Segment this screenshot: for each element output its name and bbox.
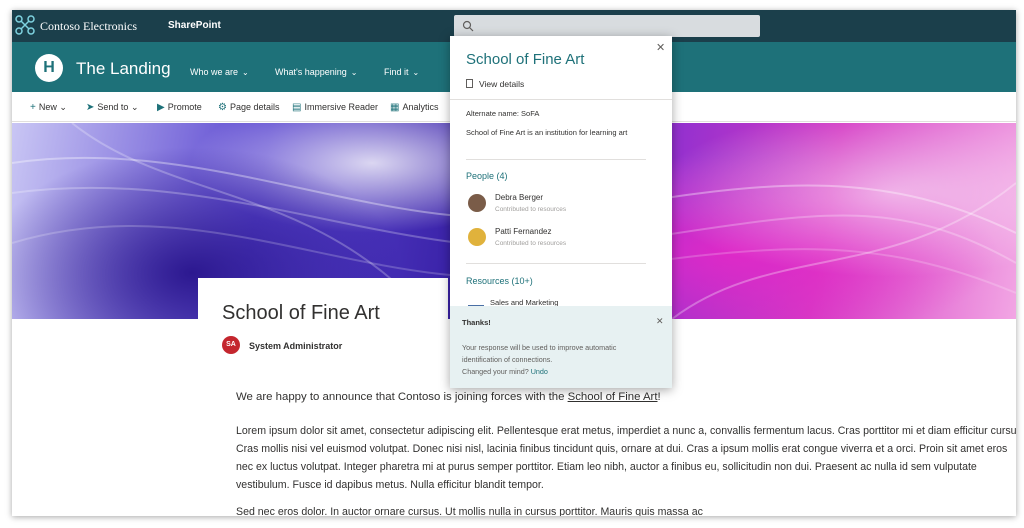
school-link[interactable]: School of Fine Art xyxy=(568,391,658,403)
undo-link[interactable]: Undo xyxy=(531,367,548,376)
site-logo[interactable]: H xyxy=(35,54,63,82)
body-paragraph: Sed nec eros dolor. In auctor ornare cur… xyxy=(236,506,703,516)
chevron-down-icon: ⌄ xyxy=(412,68,420,77)
gear-icon: ⚙ xyxy=(218,102,227,113)
plus-icon: + xyxy=(30,102,36,113)
topic-title[interactable]: School of Fine Art xyxy=(466,51,584,68)
new-button[interactable]: + New ⌄ xyxy=(30,102,67,113)
reader-icon: ▤ xyxy=(292,102,302,113)
nav-who-we-are[interactable]: Who we are ⌄ xyxy=(190,67,249,77)
analytics-icon: ▦ xyxy=(390,102,400,113)
promote-button[interactable]: ▶ Promote xyxy=(157,102,202,113)
view-details-link[interactable]: View details xyxy=(466,79,524,89)
topic-card-popup: School of Fine Art ✕ View details Altern… xyxy=(450,36,672,388)
notice-body: Your response will be used to improve au… xyxy=(462,343,617,376)
close-icon[interactable]: ✕ xyxy=(656,41,665,54)
avatar[interactable]: SA xyxy=(222,336,240,354)
chevron-down-icon: ⌄ xyxy=(130,102,139,112)
document-icon xyxy=(466,79,473,88)
immersive-reader-button[interactable]: ▤ Immersive Reader xyxy=(292,102,378,113)
person-name[interactable]: Debra Berger xyxy=(495,193,543,202)
feedback-notice: Thanks! ✕ Your response will be used to … xyxy=(450,306,672,388)
divider xyxy=(466,159,646,160)
close-icon[interactable]: ✕ xyxy=(656,316,664,327)
send-icon: ➤ xyxy=(86,102,95,113)
app-launcher-icon[interactable] xyxy=(14,14,36,36)
nav-whats-happening[interactable]: What's happening ⌄ xyxy=(275,67,357,77)
people-heading[interactable]: People (4) xyxy=(466,171,508,181)
notice-title: Thanks! xyxy=(462,318,491,327)
chevron-down-icon: ⌄ xyxy=(59,102,67,112)
analytics-button[interactable]: ▦ Analytics xyxy=(390,102,438,113)
author-name[interactable]: System Administrator xyxy=(249,341,342,351)
divider xyxy=(466,263,646,264)
avatar[interactable] xyxy=(468,194,486,212)
topic-description: School of Fine Art is an institution for… xyxy=(466,128,628,137)
app-name[interactable]: SharePoint xyxy=(168,20,221,31)
search-input[interactable] xyxy=(454,15,760,37)
avatar[interactable] xyxy=(468,228,486,246)
body-paragraph: Lorem ipsum dolor sit amet, consectetur … xyxy=(236,425,1016,491)
resources-heading[interactable]: Resources (10+) xyxy=(466,276,533,286)
megaphone-icon: ▶ xyxy=(157,102,165,113)
page-details-button[interactable]: ⚙ Page details xyxy=(218,102,280,113)
search-icon xyxy=(462,20,474,32)
alternate-name: Alternate name: SoFA xyxy=(466,109,540,118)
person-name[interactable]: Patti Fernandez xyxy=(495,227,551,236)
divider xyxy=(450,99,672,100)
nav-find-it[interactable]: Find it ⌄ xyxy=(384,67,419,77)
site-title[interactable]: The Landing xyxy=(76,59,171,79)
person-role: Contributed to resources xyxy=(495,240,567,247)
org-name[interactable]: Contoso Electronics xyxy=(40,19,137,34)
person-role: Contributed to resources xyxy=(495,206,567,213)
announcement-text: We are happy to announce that Contoso is… xyxy=(236,391,661,403)
send-to-button[interactable]: ➤ Send to ⌄ xyxy=(86,102,138,113)
page-title: School of Fine Art xyxy=(222,302,380,324)
sharepoint-window: Contoso Electronics SharePoint H The Lan… xyxy=(12,10,1016,516)
chevron-down-icon: ⌄ xyxy=(242,68,249,77)
chevron-down-icon: ⌄ xyxy=(350,68,358,77)
